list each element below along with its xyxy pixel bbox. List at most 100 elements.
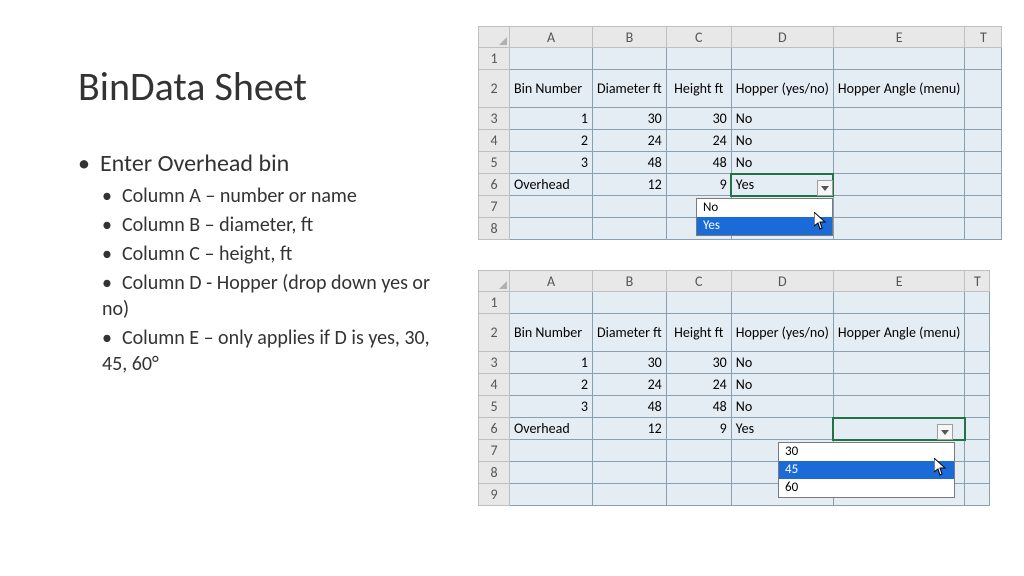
- cell[interactable]: No: [731, 396, 833, 418]
- cell[interactable]: [593, 218, 667, 240]
- cell-header[interactable]: Height ft: [666, 314, 731, 352]
- cell-header[interactable]: Bin Number: [510, 314, 593, 352]
- cell-header[interactable]: Bin Number: [510, 70, 593, 108]
- cell-header[interactable]: Hopper (yes/no): [731, 70, 833, 108]
- col-header-T[interactable]: T: [965, 27, 1002, 48]
- col-header-E[interactable]: E: [833, 27, 965, 48]
- cell[interactable]: [965, 484, 990, 506]
- cell[interactable]: 30: [666, 352, 731, 374]
- cell[interactable]: No: [731, 108, 833, 130]
- cell[interactable]: No: [731, 130, 833, 152]
- cell-header[interactable]: Hopper Angle (menu): [833, 314, 965, 352]
- row-header-7[interactable]: 7: [479, 196, 510, 218]
- col-header-C[interactable]: C: [666, 27, 731, 48]
- cell[interactable]: No: [731, 374, 833, 396]
- cell[interactable]: 9: [666, 174, 731, 196]
- cell[interactable]: [965, 462, 990, 484]
- cell[interactable]: [510, 48, 593, 70]
- cell[interactable]: [510, 218, 593, 240]
- dropdown-option-45[interactable]: 45: [779, 461, 954, 479]
- row-header-9[interactable]: 9: [479, 484, 510, 506]
- cell[interactable]: [833, 174, 965, 196]
- cell[interactable]: [666, 484, 731, 506]
- select-all-corner[interactable]: [479, 271, 510, 292]
- cell[interactable]: 30: [666, 108, 731, 130]
- cell[interactable]: [666, 48, 731, 70]
- row-header-5[interactable]: 5: [479, 396, 510, 418]
- cell[interactable]: [965, 396, 990, 418]
- cell[interactable]: 12: [593, 174, 667, 196]
- row-header-3[interactable]: 3: [479, 108, 510, 130]
- select-all-corner[interactable]: [479, 27, 510, 48]
- cell[interactable]: [510, 484, 593, 506]
- cell[interactable]: [510, 462, 593, 484]
- cell[interactable]: [833, 374, 965, 396]
- row-header-2[interactable]: 2: [479, 70, 510, 108]
- col-header-B[interactable]: B: [593, 27, 667, 48]
- cell[interactable]: [833, 292, 965, 314]
- row-header-8[interactable]: 8: [479, 218, 510, 240]
- cell[interactable]: 2: [510, 374, 593, 396]
- cell-header[interactable]: Height ft: [666, 70, 731, 108]
- cell[interactable]: [833, 396, 965, 418]
- row-header-6[interactable]: 6: [479, 174, 510, 196]
- cell[interactable]: [965, 374, 990, 396]
- row-header-8[interactable]: 8: [479, 462, 510, 484]
- cell[interactable]: 48: [593, 152, 667, 174]
- row-header-2[interactable]: 2: [479, 314, 510, 352]
- cell[interactable]: 30: [593, 108, 667, 130]
- row-header-5[interactable]: 5: [479, 152, 510, 174]
- cell[interactable]: [593, 484, 667, 506]
- row-header-4[interactable]: 4: [479, 374, 510, 396]
- cell[interactable]: [731, 48, 833, 70]
- dropdown-option-30[interactable]: 30: [779, 443, 954, 461]
- cell[interactable]: 30: [593, 352, 667, 374]
- dropdown-option-60[interactable]: 60: [779, 479, 954, 497]
- cell[interactable]: [833, 48, 965, 70]
- cell[interactable]: [833, 108, 965, 130]
- row-header-7[interactable]: 7: [479, 440, 510, 462]
- cell[interactable]: [965, 70, 1002, 108]
- cell[interactable]: 3: [510, 152, 593, 174]
- col-header-E[interactable]: E: [833, 271, 965, 292]
- cell[interactable]: 1: [510, 352, 593, 374]
- cell[interactable]: 3: [510, 396, 593, 418]
- cell[interactable]: 1: [510, 108, 593, 130]
- cell[interactable]: 48: [666, 152, 731, 174]
- cell[interactable]: [833, 152, 965, 174]
- cell[interactable]: [666, 462, 731, 484]
- cell[interactable]: [965, 48, 1002, 70]
- cell[interactable]: 24: [593, 130, 667, 152]
- cell[interactable]: 12: [593, 418, 667, 440]
- cell[interactable]: [593, 462, 667, 484]
- cell[interactable]: [965, 108, 1002, 130]
- cell[interactable]: Overhead: [510, 174, 593, 196]
- dropdown-hopper[interactable]: No Yes: [696, 198, 833, 236]
- row-header-3[interactable]: 3: [479, 352, 510, 374]
- cell[interactable]: [965, 152, 1002, 174]
- cell[interactable]: 24: [666, 374, 731, 396]
- col-header-C[interactable]: C: [666, 271, 731, 292]
- cell[interactable]: [666, 292, 731, 314]
- row-header-6[interactable]: 6: [479, 418, 510, 440]
- cell[interactable]: [965, 292, 990, 314]
- cell-header[interactable]: Hopper Angle (menu): [833, 70, 965, 108]
- cell[interactable]: [593, 48, 667, 70]
- cell[interactable]: [965, 314, 990, 352]
- cell[interactable]: [593, 292, 667, 314]
- col-header-A[interactable]: A: [510, 271, 593, 292]
- cell[interactable]: [593, 440, 667, 462]
- dropdown-option-yes[interactable]: Yes: [697, 217, 832, 235]
- cell[interactable]: [965, 418, 990, 440]
- dropdown-arrow-icon[interactable]: [937, 424, 953, 440]
- cell[interactable]: 24: [593, 374, 667, 396]
- cell[interactable]: 9: [666, 418, 731, 440]
- cell[interactable]: 2: [510, 130, 593, 152]
- cell[interactable]: [593, 196, 667, 218]
- cell[interactable]: [510, 440, 593, 462]
- cell[interactable]: [965, 218, 1002, 240]
- col-header-T[interactable]: T: [965, 271, 990, 292]
- cell[interactable]: No: [731, 152, 833, 174]
- dropdown-arrow-icon[interactable]: [817, 180, 833, 196]
- cell[interactable]: [965, 352, 990, 374]
